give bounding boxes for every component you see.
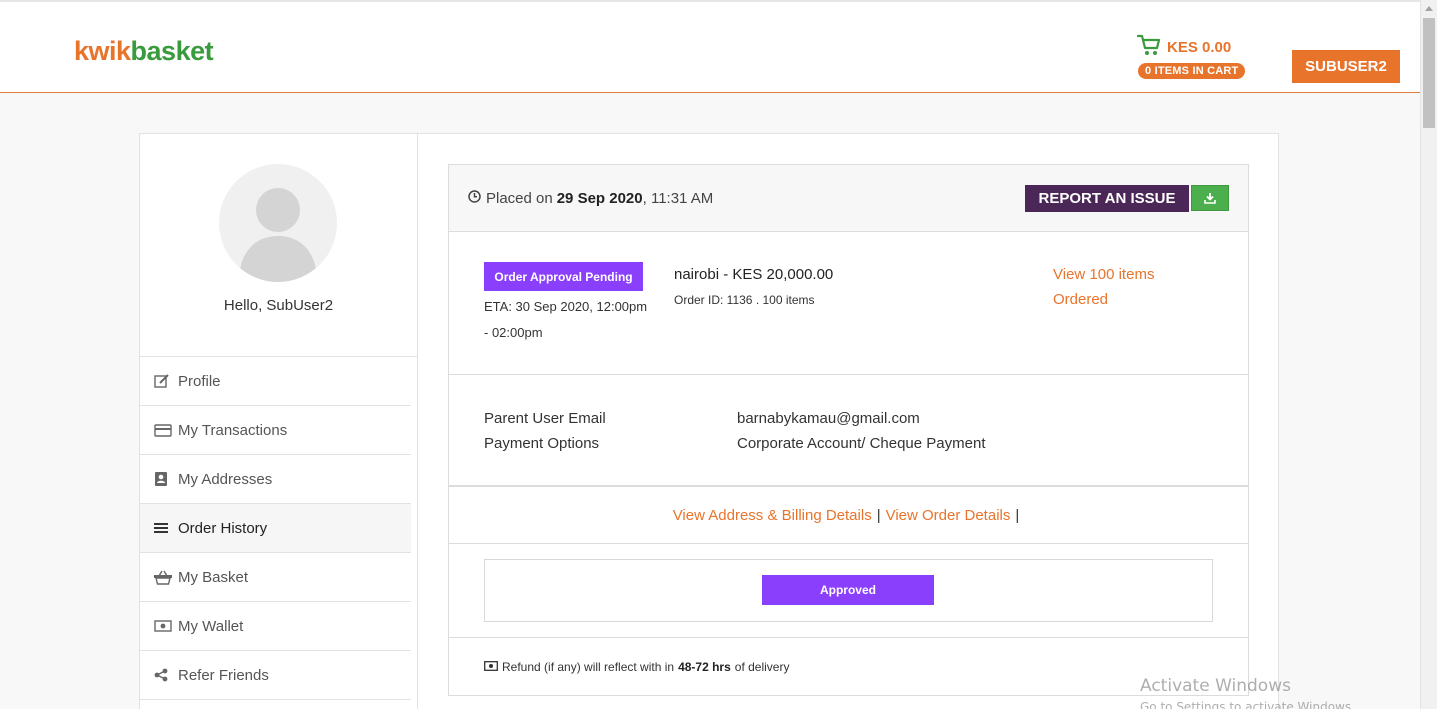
order-summary-section: Order Approval Pending ETA: 30 Sep 2020,… — [449, 232, 1248, 375]
parent-email-value: barnabykamau@gmail.com — [737, 410, 920, 427]
watermark-title: Activate Windows — [1140, 676, 1291, 696]
scroll-up-arrow-icon[interactable] — [1425, 6, 1433, 11]
order-card: Placed on 29 Sep 2020 , 11:31 AM REPORT … — [448, 164, 1249, 696]
sidebar-item-transactions[interactable]: My Transactions — [140, 406, 411, 455]
link-separator: | — [1015, 506, 1020, 524]
avatar — [219, 164, 337, 282]
download-invoice-button[interactable] — [1191, 185, 1229, 211]
logo-text-basket: basket — [130, 36, 214, 66]
refund-prefix: Refund (if any) will reflect with in — [502, 660, 675, 674]
sidebar-item-profile[interactable]: Profile — [140, 357, 411, 406]
sidebar-item-label: My Addresses — [178, 470, 273, 488]
sidebar-item-label: My Wallet — [178, 617, 244, 635]
cart-items-badge: 0 ITEMS IN CART — [1138, 63, 1246, 79]
refund-suffix: of delivery — [734, 660, 790, 674]
cart-total: KES 0.00 — [1167, 39, 1232, 56]
greeting-text: Hello, SubUser2 — [223, 297, 334, 314]
approval-section: Approved — [449, 544, 1248, 638]
share-icon — [154, 668, 174, 682]
order-card-header: Placed on 29 Sep 2020 , 11:31 AM REPORT … — [449, 165, 1248, 232]
payment-options-label: Payment Options — [484, 435, 600, 452]
refund-note: Refund (if any) will reflect with in 48-… — [484, 660, 1283, 674]
view-address-billing-link[interactable]: View Address & Billing Details — [673, 507, 872, 524]
credit-card-icon — [154, 423, 174, 437]
order-placed-date: Placed on 29 Sep 2020 , 11:31 AM — [468, 190, 713, 207]
payment-options-value: Corporate Account/ Cheque Payment — [737, 435, 986, 452]
sidebar-item-order-history[interactable]: Order History — [140, 504, 411, 553]
refund-hours: 48-72 hrs — [678, 660, 731, 674]
approved-button[interactable]: Approved — [762, 575, 934, 605]
order-id: Order ID: 1136 . 100 items — [674, 293, 815, 307]
kwikbasket-logo[interactable]: kwikbasket — [74, 36, 214, 67]
store-total: nairobi - KES 20,000.00 — [674, 266, 834, 283]
link-separator: | — [876, 506, 881, 524]
scrollbar-thumb[interactable] — [1423, 18, 1435, 128]
placed-prefix: Placed on — [486, 190, 553, 207]
money-icon — [154, 620, 174, 632]
account-container: Hello, SubUser2 Profile My Transactions … — [139, 133, 1279, 709]
cart-summary[interactable]: KES 0.00 0 ITEMS IN CART — [1137, 34, 1252, 84]
sidebar-item-label: Refer Friends — [178, 666, 269, 684]
view-order-details-link[interactable]: View Order Details — [886, 507, 1011, 524]
list-icon — [154, 522, 174, 534]
basket-icon — [154, 570, 174, 585]
view-items-link[interactable]: View 100 items Ordered — [1053, 262, 1183, 312]
sidebar-item-refer-friends[interactable]: Refer Friends — [140, 651, 411, 700]
report-issue-button[interactable]: REPORT AN ISSUE — [1025, 185, 1189, 212]
watermark-subtitle: Go to Settings to activate Windows. — [1140, 700, 1355, 709]
page-scrollbar[interactable] — [1420, 0, 1437, 709]
sidebar-item-label: My Transactions — [178, 421, 288, 439]
sidebar-item-label: My Basket — [178, 568, 249, 586]
download-icon — [1204, 193, 1216, 204]
clock-icon — [468, 190, 481, 207]
sidebar-item-wallet[interactable]: My Wallet — [140, 602, 411, 651]
sidebar-item-label: Order History — [178, 519, 268, 537]
money-icon — [484, 660, 498, 674]
cart-icon — [1137, 34, 1161, 55]
edit-icon — [154, 374, 174, 388]
logo-text-kwik: kwik — [74, 36, 131, 66]
placed-date: 29 Sep 2020 — [556, 190, 643, 207]
placed-time: , 11:31 AM — [642, 190, 714, 207]
account-sidebar: Hello, SubUser2 Profile My Transactions … — [140, 134, 418, 709]
user-silhouette-icon — [239, 188, 317, 282]
approval-box: Approved — [484, 559, 1213, 622]
sidebar-item-label: Profile — [178, 372, 221, 390]
windows-activation-watermark: Activate Windows Go to Settings to activ… — [1140, 676, 1355, 709]
top-header: kwikbasket KES 0.00 0 ITEMS IN CART SUBU… — [0, 0, 1420, 93]
sidebar-item-basket[interactable]: My Basket — [140, 553, 411, 602]
sidebar-item-addresses[interactable]: My Addresses — [140, 455, 411, 504]
parent-email-label: Parent User Email — [484, 410, 606, 427]
order-links-section: View Address & Billing Details | View Or… — [449, 487, 1248, 544]
address-book-icon — [154, 471, 174, 487]
account-menu: Profile My Transactions My Addresses Ord… — [140, 357, 411, 700]
order-info-section: Parent User Email barnabykamau@gmail.com… — [449, 375, 1248, 487]
order-eta: ETA: 30 Sep 2020, 12:00pm - 02:00pm — [484, 299, 648, 340]
user-account-button[interactable]: SUBUSER2 — [1292, 50, 1400, 83]
status-badge: Order Approval Pending — [484, 262, 643, 291]
